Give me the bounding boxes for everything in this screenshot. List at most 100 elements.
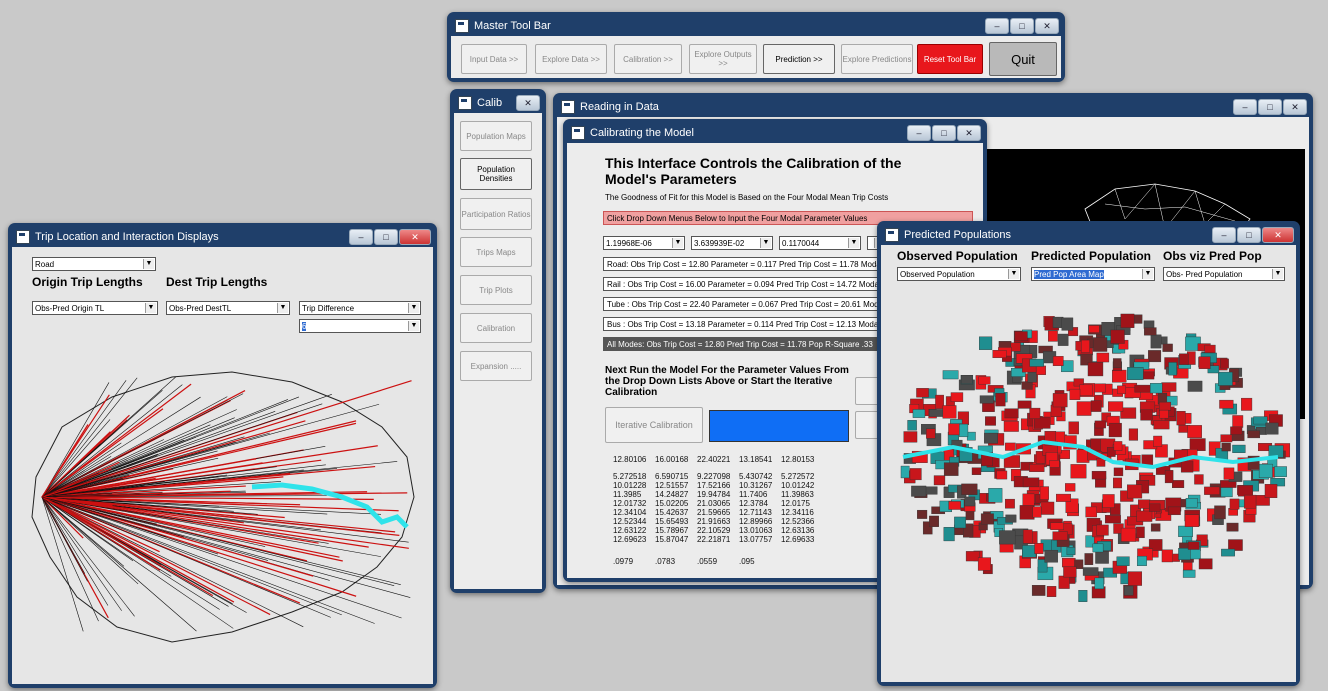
trip-plots-button[interactable]: Trip Plots [460, 275, 532, 305]
predicted-select[interactable]: Pred Pop Area Map ▼ [1031, 267, 1155, 281]
maximize-icon[interactable]: □ [932, 125, 956, 141]
obs-viz-select[interactable]: Obs- Pred Population ▼ [1163, 267, 1285, 281]
next-run-text: Next Run the Model For the Parameter Val… [605, 365, 849, 398]
maximize-icon[interactable]: □ [1237, 227, 1261, 243]
close-icon[interactable]: ✕ [1035, 18, 1059, 34]
borough-cell [1127, 484, 1143, 499]
borough-cell [1232, 415, 1244, 428]
borough-cell [1168, 362, 1177, 376]
maximize-icon[interactable]: □ [374, 229, 398, 245]
reset-toolbar-button[interactable]: Reset Tool Bar [917, 44, 983, 74]
difference-select[interactable]: Trip Difference ▼ [299, 301, 421, 315]
maximize-icon[interactable]: □ [1258, 99, 1282, 115]
origin-select[interactable]: Obs-Pred Origin TL ▼ [32, 301, 158, 315]
borough-cell [1005, 514, 1017, 523]
progress-bar [709, 410, 849, 442]
borough-cell [1112, 369, 1127, 383]
app-icon [455, 19, 469, 33]
all-modes-row: All Modes: Obs Trip Cost = 12.80 Pred Tr… [603, 337, 883, 351]
borough-cell [1153, 420, 1170, 430]
trips-maps-button[interactable]: Trips Maps [460, 237, 532, 267]
iterative-calibration-button[interactable]: Iterative Calibration [605, 407, 703, 443]
mode-select[interactable]: Road ▼ [32, 257, 156, 271]
borough-cell [1127, 367, 1144, 381]
minimize-icon[interactable]: – [1212, 227, 1236, 243]
borough-cell [1128, 428, 1139, 441]
borough-cell [1221, 548, 1235, 557]
borough-cell [903, 431, 918, 443]
minimize-icon[interactable]: – [349, 229, 373, 245]
calibration-side-button[interactable]: Calibration [460, 313, 532, 343]
dest-select[interactable]: Obs-Pred DestTL ▼ [166, 301, 290, 315]
observed-select[interactable]: Observed Population ▼ [897, 267, 1021, 281]
borough-cell [988, 488, 1003, 503]
minimize-icon[interactable]: – [907, 125, 931, 141]
borough-cell [1161, 382, 1177, 392]
rail-param-select[interactable]: 3.639939E-02 ▼ [691, 236, 773, 250]
master-toolbar-titlebar[interactable]: Master Tool Bar – □ ✕ [451, 16, 1061, 36]
expansion-button[interactable]: Expansion ..... [460, 351, 532, 381]
explore-data-button[interactable]: Explore Data >> [535, 44, 607, 74]
borough-cell [1078, 590, 1088, 602]
table-head-2: 16.00168 [655, 455, 689, 464]
calib-titlebar[interactable]: Calib ✕ [454, 93, 542, 113]
predicted-titlebar[interactable]: Predicted Populations – □ ✕ [881, 225, 1296, 245]
close-icon[interactable]: ✕ [1262, 227, 1294, 243]
borough-cell [1265, 422, 1279, 435]
quit-button[interactable]: Quit [989, 42, 1057, 76]
borough-cell [1022, 477, 1040, 488]
chevron-down-icon: ▼ [277, 303, 288, 313]
borough-cell [1061, 557, 1076, 568]
close-icon[interactable]: ✕ [399, 229, 431, 245]
borough-cell [1220, 358, 1229, 369]
borough-cell [1082, 567, 1099, 576]
calibrating-titlebar[interactable]: Calibrating the Model – □ ✕ [567, 123, 983, 143]
borough-cell [1068, 421, 1079, 435]
explore-predictions-button[interactable]: Explore Predictions [841, 44, 913, 74]
borough-cell [1167, 506, 1181, 516]
participation-ratios-button[interactable]: Participation Ratios [460, 198, 532, 230]
borough-cell [1052, 531, 1068, 541]
close-icon[interactable]: ✕ [957, 125, 981, 141]
master-toolbar-body: Input Data >> Explore Data >> Calibratio… [451, 36, 1061, 78]
prediction-button[interactable]: Prediction >> [763, 44, 835, 74]
trip-titlebar[interactable]: Trip Location and Interaction Displays –… [12, 227, 433, 247]
borough-cell [1069, 388, 1081, 400]
app-icon [571, 126, 585, 140]
close-icon[interactable]: ✕ [1283, 99, 1307, 115]
population-maps-button[interactable]: Population Maps [460, 121, 532, 151]
population-densities-button[interactable]: Population Densities [460, 158, 532, 190]
borough-cell [1108, 401, 1124, 412]
table-foot-4: .095 [739, 557, 755, 566]
borough-cell [1058, 575, 1070, 589]
calib-body: Population Maps Population Densities Par… [454, 113, 542, 589]
borough-cell [1034, 543, 1044, 554]
borough-cell [1148, 350, 1162, 363]
borough-cell [1029, 463, 1045, 472]
app-icon [16, 230, 30, 244]
close-icon[interactable]: ✕ [516, 95, 540, 111]
borough-cell [1185, 498, 1198, 508]
borough-cell [1187, 425, 1202, 438]
chevron-down-icon: ▼ [848, 238, 859, 248]
difference-value-select[interactable]: 6 ▼ [299, 319, 421, 333]
borough-cell [1010, 342, 1021, 352]
borough-cell [1049, 460, 1060, 468]
input-data-button[interactable]: Input Data >> [461, 44, 527, 74]
borough-cell [948, 501, 961, 510]
calibration-button[interactable]: Calibration >> [614, 44, 682, 74]
tube-param-select[interactable]: 0.1170044 ▼ [779, 236, 861, 250]
maximize-icon[interactable]: □ [1010, 18, 1034, 34]
borough-cell [1158, 401, 1171, 411]
borough-cell [1088, 325, 1100, 333]
reading-data-titlebar[interactable]: Reading in Data – □ ✕ [557, 97, 1309, 117]
borough-cell [1063, 566, 1077, 578]
borough-cell [1079, 384, 1093, 396]
borough-cell [1108, 422, 1122, 438]
minimize-icon[interactable]: – [985, 18, 1009, 34]
explore-outputs-button[interactable]: Explore Outputs >> [689, 44, 757, 74]
borough-cell [1182, 569, 1196, 578]
road-param-select[interactable]: 1.19968E-06 ▼ [603, 236, 685, 250]
borough-cell [1094, 577, 1104, 590]
minimize-icon[interactable]: – [1233, 99, 1257, 115]
